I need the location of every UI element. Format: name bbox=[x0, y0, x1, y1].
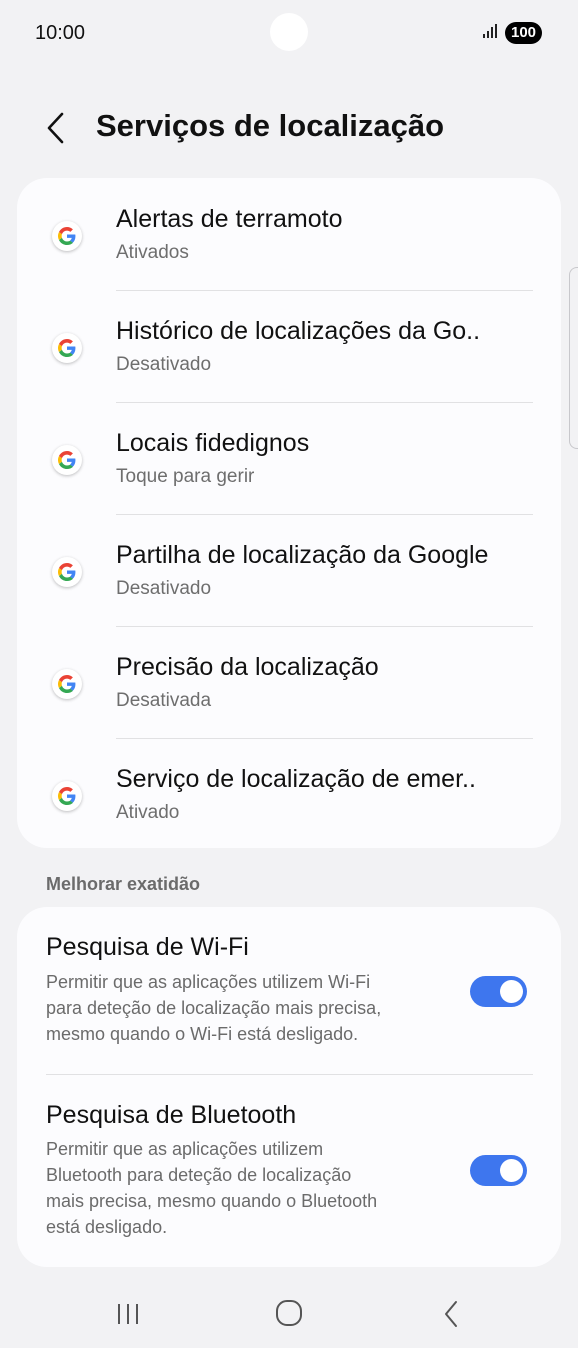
item-title: Histórico de localizações da Go.. bbox=[116, 317, 481, 345]
description-line: Permitir que as aplicações utilizem bbox=[46, 1139, 324, 1159]
google-g-icon bbox=[52, 445, 82, 475]
home-icon[interactable] bbox=[269, 1296, 309, 1332]
google-g-icon bbox=[52, 781, 82, 811]
description-line: para deteção de localização mais precisa… bbox=[46, 998, 382, 1018]
item-subtitle: Desativado bbox=[116, 578, 212, 599]
item-subtitle: Desativado bbox=[116, 354, 212, 375]
item-subtitle: Toque para gerir bbox=[116, 466, 255, 487]
google-g-icon bbox=[52, 669, 82, 699]
back-arrow-icon[interactable] bbox=[38, 110, 74, 146]
recents-icon[interactable] bbox=[108, 1296, 148, 1332]
item-subtitle: Desativada bbox=[116, 690, 212, 711]
list-item-emergency-location[interactable]: Serviço de localização de emer.. Ativado bbox=[17, 738, 561, 850]
list-item-location-sharing[interactable]: Partilha de localização da Google Desati… bbox=[17, 514, 561, 626]
list-item-trusted-places[interactable]: Locais fidedignos Toque para gerir bbox=[17, 402, 561, 514]
item-description: Permitir que as aplicações utilizem Wi-F… bbox=[46, 969, 446, 1047]
toggle-knob bbox=[500, 1159, 523, 1182]
google-g-icon bbox=[52, 221, 82, 251]
item-title: Pesquisa de Wi-Fi bbox=[46, 933, 249, 961]
toggle-knob bbox=[500, 980, 523, 1003]
status-time: 10:00 bbox=[35, 22, 86, 44]
item-title: Alertas de terramoto bbox=[116, 205, 343, 233]
nav-back-icon[interactable] bbox=[432, 1296, 472, 1332]
bluetooth-scan-toggle[interactable] bbox=[470, 1155, 527, 1186]
description-line: Permitir que as aplicações utilizem Wi-F… bbox=[46, 972, 371, 992]
accuracy-card: Pesquisa de Wi-Fi Permitir que as aplica… bbox=[17, 907, 561, 1267]
scrollbar[interactable] bbox=[569, 267, 578, 449]
camera-cutout bbox=[270, 13, 308, 51]
page-title: Serviços de localização bbox=[96, 108, 445, 143]
list-item-earthquake-alerts[interactable]: Alertas de terramoto Ativados bbox=[17, 178, 561, 290]
google-g-icon bbox=[52, 333, 82, 363]
item-title: Serviço de localização de emer.. bbox=[116, 765, 476, 793]
item-subtitle: Ativado bbox=[116, 802, 180, 823]
navigation-bar bbox=[0, 1280, 578, 1348]
wifi-scan-toggle[interactable] bbox=[470, 976, 527, 1007]
google-g-icon bbox=[52, 557, 82, 587]
description-line: Bluetooth para deteção de localização bbox=[46, 1165, 352, 1185]
list-item-location-history[interactable]: Histórico de localizações da Go.. Desati… bbox=[17, 290, 561, 402]
item-description: Permitir que as aplicações utilizem Blue… bbox=[46, 1136, 446, 1240]
description-line: mais precisa, mesmo quando o Bluetooth bbox=[46, 1191, 378, 1211]
divider bbox=[46, 1074, 533, 1075]
description-line: está desligado. bbox=[46, 1217, 168, 1237]
status-bar: 10:00 100 bbox=[0, 0, 578, 66]
item-title: Partilha de localização da Google bbox=[116, 541, 489, 569]
battery-indicator: 100 bbox=[505, 22, 542, 44]
item-title: Locais fidedignos bbox=[116, 429, 310, 457]
signal-icon bbox=[483, 24, 497, 38]
item-title: Pesquisa de Bluetooth bbox=[46, 1101, 297, 1129]
item-title: Precisão da localização bbox=[116, 653, 379, 681]
description-line: mesmo quando o Wi-Fi está desligado. bbox=[46, 1024, 359, 1044]
services-card: Alertas de terramoto Ativados Histórico … bbox=[17, 178, 561, 848]
item-subtitle: Ativados bbox=[116, 242, 189, 263]
section-header: Melhorar exatidão bbox=[46, 874, 201, 894]
list-item-location-accuracy[interactable]: Precisão da localização Desativada bbox=[17, 626, 561, 738]
app-header: Serviços de localização bbox=[0, 96, 578, 162]
